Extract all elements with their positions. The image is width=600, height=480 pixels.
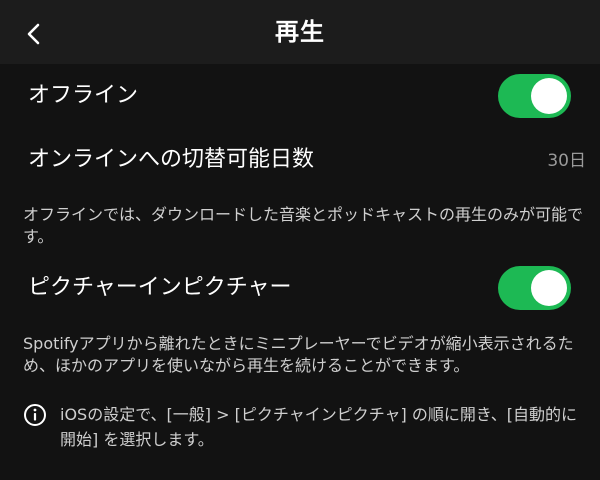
ios-settings-note: iOSの設定で、[一般] > [ピクチャインピクチャ] の順に開き、[自動的に開… [60,405,577,449]
offline-setting-row[interactable]: オフライン [0,73,600,119]
offline-toggle[interactable] [498,74,571,118]
top-bar: 再生 [0,0,600,64]
playback-settings-screen: 再生 オフライン オンラインへの切替可能日数 30日 オフラインでは、ダウンロー… [0,0,600,480]
offline-days-value: 30日 [547,151,586,171]
offline-days-row[interactable]: オンラインへの切替可能日数 30日 [0,143,600,179]
toggle-knob [531,270,567,306]
toggle-knob [531,78,567,114]
info-icon [24,404,46,426]
offline-days-label: オンラインへの切替可能日数 [28,147,315,172]
offline-description: オフラインでは、ダウンロードした音楽とポッドキャストの再生のみが可能です。 [23,205,584,246]
pip-label: ピクチャーインピクチャー [28,275,292,300]
pip-setting-row[interactable]: ピクチャーインピクチャー [0,266,600,312]
page-title: 再生 [275,18,325,46]
pip-description: Spotifyアプリから離れたときにミニプレーヤーでビデオが縮小表示されるため、… [23,334,574,375]
offline-label: オフライン [28,83,139,108]
pip-toggle[interactable] [498,266,571,310]
